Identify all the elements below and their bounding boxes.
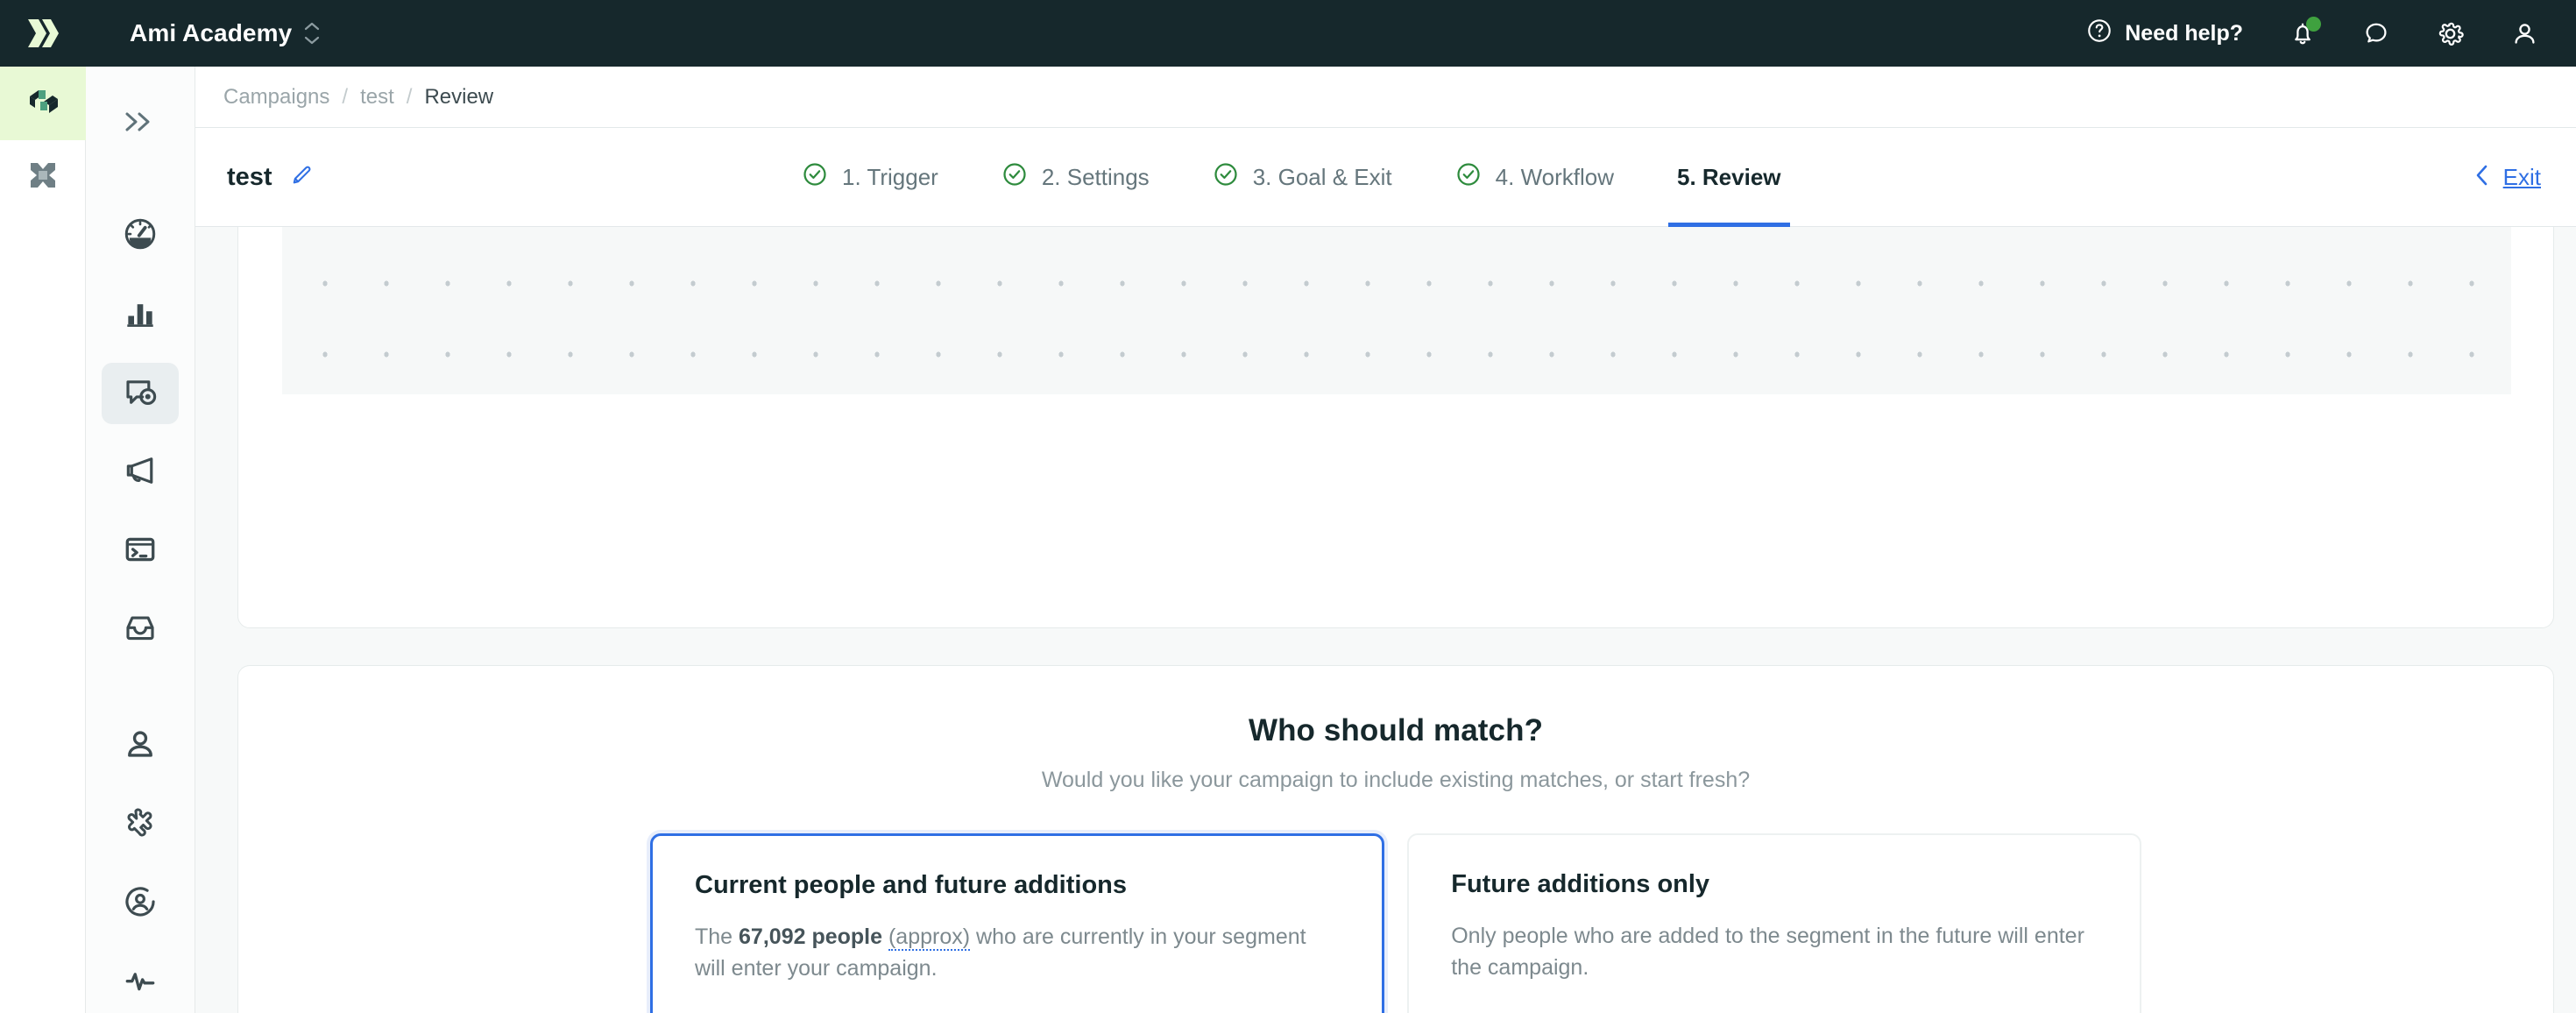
settings-button[interactable] bbox=[2436, 19, 2465, 48]
step-review[interactable]: 5. Review bbox=[1645, 128, 1813, 227]
page-title: test bbox=[227, 162, 272, 191]
desc-prefix: The bbox=[695, 924, 740, 949]
app-rail-item-braze[interactable] bbox=[0, 67, 86, 140]
exit-button[interactable]: Exit bbox=[2473, 163, 2541, 192]
double-chevron-right-icon bbox=[123, 110, 158, 138]
workspace-switcher[interactable]: Ami Academy bbox=[130, 19, 320, 47]
top-bar: Ami Academy Need help? bbox=[0, 0, 2576, 67]
match-title: Who should match? bbox=[1248, 713, 1544, 747]
step-workflow[interactable]: 4. Workflow bbox=[1424, 128, 1645, 227]
breadcrumb-item-campaigns[interactable]: Campaigns bbox=[223, 85, 329, 110]
step-label: 5. Review bbox=[1677, 163, 1781, 190]
sidebar-item-campaigns[interactable] bbox=[102, 363, 179, 424]
megaphone-icon bbox=[122, 452, 159, 493]
notification-badge bbox=[2306, 17, 2321, 32]
breadcrumb-item-test[interactable]: test bbox=[360, 85, 394, 110]
check-circle-icon bbox=[1213, 161, 1239, 194]
chat-button[interactable] bbox=[2362, 19, 2390, 47]
step-label: 3. Goal & Exit bbox=[1252, 163, 1392, 190]
four-point-star-icon bbox=[25, 158, 60, 197]
activity-pulse-icon bbox=[122, 962, 159, 1003]
user-circle-icon bbox=[122, 883, 159, 924]
check-circle-icon bbox=[802, 161, 828, 194]
breadcrumb: Campaigns / test / Review bbox=[195, 67, 2576, 128]
need-help-button[interactable]: Need help? bbox=[2086, 18, 2243, 50]
workflow-canvas[interactable] bbox=[282, 227, 2511, 394]
chevron-up-down-icon bbox=[304, 22, 320, 45]
campaign-target-icon bbox=[122, 373, 159, 414]
sidebar-item-integrations[interactable] bbox=[102, 794, 179, 855]
sidebar-item-activity[interactable] bbox=[102, 952, 179, 1013]
breadcrumb-separator: / bbox=[406, 84, 413, 109]
match-option-current-and-future[interactable]: Current people and future additions The … bbox=[650, 833, 1385, 1013]
pencil-icon bbox=[290, 164, 313, 191]
check-circle-icon bbox=[1001, 161, 1028, 194]
app-rail-item-apps[interactable] bbox=[0, 140, 86, 214]
braze-cubes-logo-icon bbox=[23, 84, 63, 124]
exit-label: Exit bbox=[2502, 163, 2541, 190]
puzzle-piece-icon bbox=[122, 804, 159, 846]
account-button[interactable] bbox=[2510, 19, 2539, 48]
inbox-icon bbox=[122, 610, 159, 651]
check-circle-icon bbox=[1455, 161, 1482, 194]
nav-rail bbox=[86, 67, 195, 1013]
campaign-title-group: test bbox=[227, 163, 770, 192]
who-should-match-card: Who should match? Would you like your ca… bbox=[237, 665, 2554, 1013]
user-icon bbox=[122, 726, 159, 767]
chevron-left-icon bbox=[2473, 163, 2491, 192]
workflow-preview-card bbox=[237, 227, 2554, 628]
sidebar-item-dashboard[interactable] bbox=[102, 205, 179, 266]
step-list: 1. Trigger 2. Settings 3. Goal & Exit 4.… bbox=[770, 128, 1813, 227]
breadcrumb-item-review: Review bbox=[424, 84, 494, 109]
step-label: 4. Workflow bbox=[1495, 163, 1614, 190]
step-bar: test 1. Trigger 2. Settings 3. Goal & Ex… bbox=[195, 128, 2576, 227]
approx-tooltip-trigger[interactable]: (approx) bbox=[888, 924, 971, 951]
workspace-name: Ami Academy bbox=[130, 19, 293, 46]
sidebar-item-audience[interactable] bbox=[102, 873, 179, 934]
match-option-title: Future additions only bbox=[1451, 870, 1710, 898]
breadcrumb-separator: / bbox=[342, 84, 349, 109]
match-option-future-only[interactable]: Future additions only Only people who ar… bbox=[1407, 833, 2141, 1013]
step-goal-exit[interactable]: 3. Goal & Exit bbox=[1181, 128, 1424, 227]
sidebar-item-developer-console[interactable] bbox=[102, 521, 179, 582]
sidebar-item-analytics[interactable] bbox=[102, 284, 179, 345]
bar-chart-icon bbox=[122, 294, 159, 336]
terminal-icon bbox=[122, 531, 159, 572]
match-subtitle: Would you like your campaign to include … bbox=[1041, 768, 1751, 792]
edit-name-button[interactable] bbox=[290, 164, 313, 191]
step-settings[interactable]: 2. Settings bbox=[970, 128, 1181, 227]
sidebar-collapse-toggle[interactable] bbox=[113, 96, 167, 151]
sidebar-item-users[interactable] bbox=[102, 715, 179, 776]
topbar-actions: Need help? bbox=[2086, 17, 2576, 50]
step-label: 1. Trigger bbox=[842, 163, 938, 190]
match-option-description: The 67,092 people (approx) who are curre… bbox=[695, 921, 1340, 984]
app-rail bbox=[0, 67, 86, 1013]
dashboard-gauge-icon bbox=[122, 216, 159, 257]
page-content: Who should match? Would you like your ca… bbox=[195, 227, 2576, 1013]
sidebar-item-inbox[interactable] bbox=[102, 599, 179, 661]
step-label: 2. Settings bbox=[1041, 163, 1150, 190]
match-option-description: Only people who are added to the segment… bbox=[1451, 924, 2084, 980]
sidebar-item-messaging[interactable] bbox=[102, 442, 179, 503]
step-trigger[interactable]: 1. Trigger bbox=[770, 128, 970, 227]
match-option-list: Current people and future additions The … bbox=[238, 833, 2553, 1013]
need-help-label: Need help? bbox=[2125, 20, 2243, 46]
match-option-title: Current people and future additions bbox=[695, 871, 1128, 899]
question-circle-icon bbox=[2086, 18, 2112, 50]
brand-logo-icon[interactable] bbox=[23, 13, 63, 53]
notifications-button[interactable] bbox=[2289, 17, 2321, 47]
match-people-count: 67,092 people bbox=[739, 924, 883, 949]
